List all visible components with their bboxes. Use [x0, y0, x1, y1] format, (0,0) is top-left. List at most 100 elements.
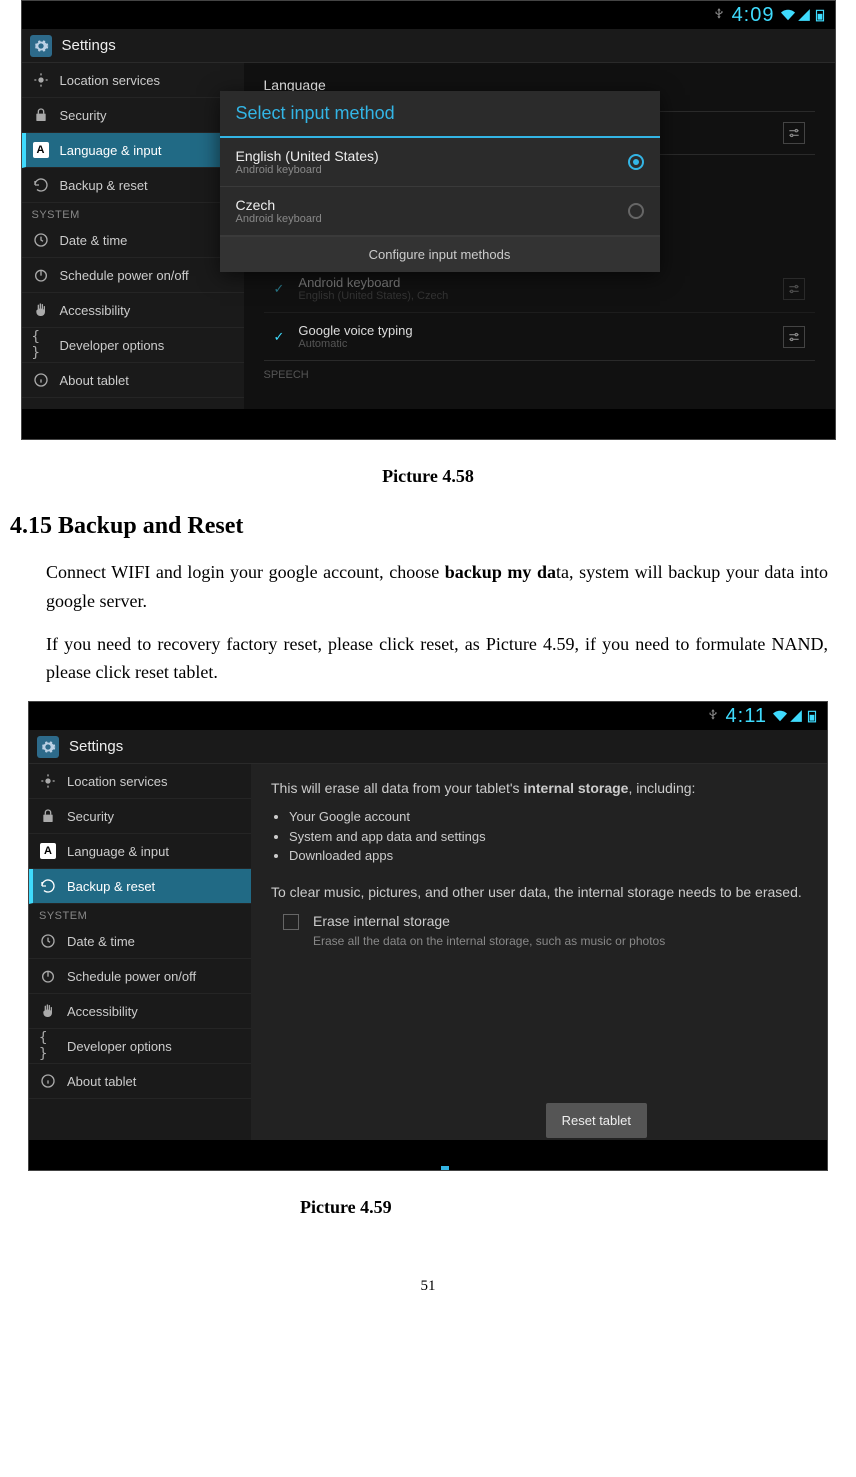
sidebar-label: Accessibility [67, 1004, 138, 1019]
title-bar: Settings [22, 29, 835, 63]
sidebar-item-developer[interactable]: { } Developer options [29, 1029, 251, 1064]
sidebar-label: Date & time [67, 934, 135, 949]
sidebar-item-location[interactable]: Location services [22, 63, 244, 98]
sidebar-item-schedule[interactable]: Schedule power on/off [29, 959, 251, 994]
figure-caption: Picture 4.58 [10, 466, 846, 487]
radio-unselected[interactable] [628, 203, 644, 219]
reset-content: This will erase all data from your table… [251, 764, 827, 1170]
sidebar-item-backup[interactable]: Backup & reset [29, 869, 251, 904]
input-option-czech[interactable]: Czech Android keyboard [220, 187, 660, 236]
option-label: English (United States) [236, 148, 628, 164]
sidebar-item-language[interactable]: A Language & input [22, 133, 244, 168]
clock: 4:09 [732, 4, 775, 27]
hand-icon [32, 301, 50, 319]
android-keyboard-row[interactable]: ✓ Android keyboard English (United State… [264, 265, 815, 313]
signal-icons [773, 709, 819, 723]
bullet-3: Downloaded apps [289, 846, 807, 866]
reset-bullets: Your Google account System and app data … [271, 807, 807, 866]
backup-icon [32, 176, 50, 194]
checkbox-unchecked[interactable] [283, 914, 299, 930]
screenshot-backup-reset: 4:11 Settings Location services Security… [28, 701, 828, 1171]
erase-storage-row[interactable]: Erase internal storage Erase all the dat… [271, 903, 807, 958]
sidebar-label: Schedule power on/off [60, 268, 189, 283]
sliders-icon[interactable] [783, 326, 805, 348]
paragraph-1: Connect WIFI and login your google accou… [46, 558, 828, 616]
sidebar-item-backup[interactable]: Backup & reset [22, 168, 244, 203]
bullet-2: System and app data and settings [289, 827, 807, 847]
sidebar-label: Backup & reset [67, 879, 155, 894]
option-sub: Android keyboard [236, 213, 628, 225]
status-bar: 4:09 [22, 1, 835, 29]
clock-icon [32, 231, 50, 249]
akb-sub: English (United States), Czech [298, 290, 768, 302]
sidebar-label: Developer options [67, 1039, 172, 1054]
info-icon [32, 371, 50, 389]
sidebar-item-accessibility[interactable]: Accessibility [22, 293, 244, 328]
configure-input-button[interactable]: Configure input methods [220, 236, 660, 272]
sidebar-item-datetime[interactable]: Date & time [22, 223, 244, 258]
language-icon: A [32, 141, 50, 159]
sidebar-label: Location services [60, 73, 160, 88]
sidebar-label: Security [60, 108, 107, 123]
sidebar-label: Language & input [67, 844, 169, 859]
sidebar-label: Language & input [60, 143, 162, 158]
erase-sub: Erase all the data on the internal stora… [313, 932, 665, 950]
sidebar-item-about[interactable]: About tablet [29, 1064, 251, 1099]
input-method-dialog: Select input method English (United Stat… [220, 91, 660, 272]
sidebar-item-security[interactable]: Security [29, 799, 251, 834]
sidebar-item-location[interactable]: Location services [29, 764, 251, 799]
clock: 4:11 [726, 705, 767, 728]
google-voice-row[interactable]: ✓ Google voice typing Automatic [264, 313, 815, 361]
sliders-icon[interactable] [783, 122, 805, 144]
sidebar-label: Backup & reset [60, 178, 148, 193]
sidebar-header-system: SYSTEM [29, 904, 251, 924]
hand-icon [39, 1002, 57, 1020]
location-icon [32, 71, 50, 89]
clear-text: To clear music, pictures, and other user… [271, 882, 807, 903]
sidebar-item-accessibility[interactable]: Accessibility [29, 994, 251, 1029]
reset-tablet-button[interactable]: Reset tablet [546, 1103, 647, 1139]
check-icon: ✓ [274, 281, 285, 297]
sidebar-item-datetime[interactable]: Date & time [29, 924, 251, 959]
braces-icon: { } [32, 336, 50, 354]
location-icon [39, 772, 57, 790]
sidebar-label: Schedule power on/off [67, 969, 196, 984]
dialog-title: Select input method [220, 91, 660, 138]
title-text: Settings [62, 37, 116, 54]
language-icon: A [39, 842, 57, 860]
sidebar-label: Location services [67, 774, 167, 789]
sidebar-item-language[interactable]: A Language & input [29, 834, 251, 869]
nav-bar [29, 1140, 827, 1170]
usb-icon [706, 708, 720, 725]
bullet-1: Your Google account [289, 807, 807, 827]
sliders-icon[interactable] [783, 278, 805, 300]
title-bar: Settings [29, 730, 827, 764]
reset-intro: This will erase all data from your table… [271, 778, 807, 799]
sidebar-label: Security [67, 809, 114, 824]
sidebar-item-developer[interactable]: { } Developer options [22, 328, 244, 363]
lock-icon [39, 807, 57, 825]
usb-icon [712, 7, 726, 24]
erase-label: Erase internal storage [313, 911, 665, 932]
akb-label: Android keyboard [298, 275, 768, 290]
sidebar-item-security[interactable]: Security [22, 98, 244, 133]
settings-sidebar: Location services Security A Language & … [29, 764, 251, 1170]
status-bar: 4:11 [29, 702, 827, 730]
sidebar-label: Accessibility [60, 303, 131, 318]
gvt-label: Google voice typing [298, 323, 768, 338]
page-number: 51 [10, 1278, 846, 1295]
sidebar-label: Date & time [60, 233, 128, 248]
sidebar-item-about[interactable]: About tablet [22, 363, 244, 398]
check-icon: ✓ [274, 329, 285, 345]
info-icon [39, 1072, 57, 1090]
sidebar-item-schedule[interactable]: Schedule power on/off [22, 258, 244, 293]
power-icon [32, 266, 50, 284]
input-option-english[interactable]: English (United States) Android keyboard [220, 138, 660, 187]
radio-selected[interactable] [628, 154, 644, 170]
settings-icon [37, 736, 59, 758]
settings-icon [30, 35, 52, 57]
screenshot-language-input: 4:09 Settings Location services Security… [21, 0, 836, 440]
settings-sidebar: Location services Security A Language & … [22, 63, 244, 439]
clock-icon [39, 932, 57, 950]
gvt-sub: Automatic [298, 338, 768, 350]
